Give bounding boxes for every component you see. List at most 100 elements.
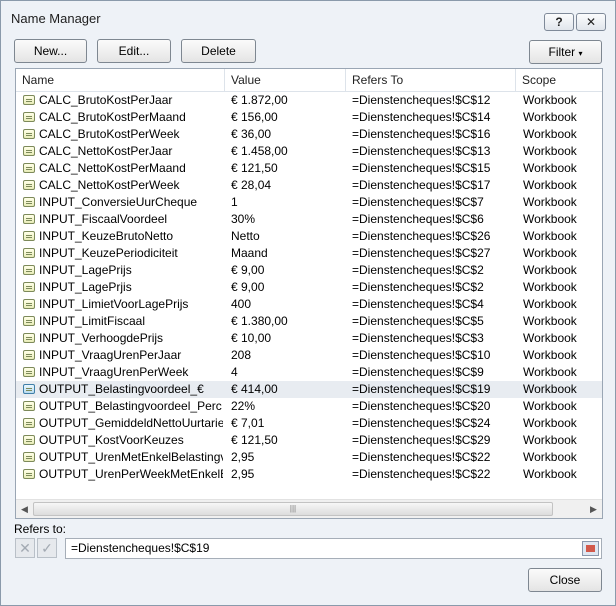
scope-cell: Workbook	[523, 161, 577, 175]
table-row[interactable]: CALC_NettoKostPerMaand € 121,50 =Dienstenc…	[16, 160, 602, 177]
refers-to-input[interactable]: =Dienstencheques!$C$19	[65, 538, 602, 559]
close-button-label: Close	[549, 573, 581, 587]
new-button[interactable]: New...	[14, 39, 87, 63]
named-range-icon	[23, 197, 35, 207]
value-cell: € 1.380,00	[231, 314, 288, 328]
table-row[interactable]: CALC_NettoKostPerJaar € 1.458,00 =Diensten…	[16, 143, 602, 160]
scope-cell: Workbook	[523, 416, 577, 430]
column-header-refers-to[interactable]: Refers To	[346, 69, 516, 91]
refers-to-actions: ✕ ✓	[15, 538, 64, 558]
refers-to-cell: =Dienstencheques!$C$24	[352, 416, 491, 430]
table-row[interactable]: INPUT_LimietVoorLagePrijs 400 =Dienstenche…	[16, 296, 602, 313]
refers-to-cell: =Dienstencheques!$C$26	[352, 229, 491, 243]
named-range-icon	[23, 146, 35, 156]
confirm-edit-icon[interactable]: ✓	[37, 538, 57, 558]
close-window-button[interactable]: ✕	[576, 13, 606, 31]
table-row[interactable]: OUTPUT_Belastingvoordeel_€ € 414,00 =Diens…	[16, 381, 602, 398]
help-button[interactable]: ?	[544, 13, 574, 31]
table-row[interactable]: INPUT_VraagUrenPerWeek 4 =Dienstencheques!…	[16, 364, 602, 381]
scope-cell: Workbook	[523, 467, 577, 481]
table-row[interactable]: INPUT_LagePrijs € 9,00 =Dienstencheques!$C…	[16, 262, 602, 279]
column-header-value[interactable]: Value	[225, 69, 346, 91]
table-row[interactable]: INPUT_LagePrjis € 9,00 =Dienstencheques!$C…	[16, 279, 602, 296]
value-cell: € 156,00	[231, 110, 278, 124]
value-cell: 208	[231, 348, 252, 362]
scope-cell: Workbook	[523, 280, 577, 294]
name-cell: INPUT_FiscaalVoordeel	[39, 212, 168, 226]
value-cell: € 1.872,00	[231, 93, 288, 107]
value-cell: 4	[231, 365, 238, 379]
refers-to-cell: =Dienstencheques!$C$2	[352, 263, 484, 277]
name-cell: CALC_NettoKostPerWeek	[39, 178, 180, 192]
scope-cell: Workbook	[523, 127, 577, 141]
name-cell: INPUT_ConversieUurCheque	[39, 195, 198, 209]
name-cell: INPUT_KeuzePeriodiciteit	[39, 246, 178, 260]
name-cell: OUTPUT_UrenMetEnkelBelastingv...	[39, 450, 223, 464]
table-row[interactable]: OUTPUT_UrenMetEnkelBelastingv... 2,95 =Die…	[16, 449, 602, 466]
refers-to-cell: =Dienstencheques!$C$20	[352, 399, 491, 413]
scroll-right-arrow-icon[interactable]: ▶	[585, 500, 602, 518]
refers-to-cell: =Dienstencheques!$C$22	[352, 467, 491, 481]
filter-button[interactable]: Filter ▾	[529, 40, 602, 64]
table-row[interactable]: INPUT_LimitFiscaal € 1.380,00 =Dienstenche…	[16, 313, 602, 330]
name-cell: INPUT_LagePrijs	[39, 263, 132, 277]
scope-cell: Workbook	[523, 297, 577, 311]
table-row[interactable]: INPUT_ConversieUurCheque 1 =Dienstencheque…	[16, 194, 602, 211]
refers-to-cell: =Dienstencheques!$C$6	[352, 212, 484, 226]
scope-cell: Workbook	[523, 450, 577, 464]
table-row[interactable]: INPUT_KeuzeBrutoNetto Netto =Dienstenchequ…	[16, 228, 602, 245]
table-row[interactable]: CALC_BrutoKostPerWeek € 36,00 =Dienstenche…	[16, 126, 602, 143]
named-range-icon	[23, 333, 35, 343]
names-list[interactable]: Name Value Refers To Scope CALC_BrutoKos…	[15, 68, 603, 519]
scope-cell: Workbook	[523, 399, 577, 413]
value-cell: € 9,00	[231, 263, 265, 277]
scroll-left-arrow-icon[interactable]: ◀	[16, 500, 33, 518]
refers-to-cell: =Dienstencheques!$C$15	[352, 161, 491, 175]
delete-button[interactable]: Delete	[181, 39, 256, 63]
scope-cell: Workbook	[523, 144, 577, 158]
table-row[interactable]: CALC_BrutoKostPerMaand € 156,00 =Dienstenc…	[16, 109, 602, 126]
close-button[interactable]: Close	[528, 568, 602, 592]
named-range-icon	[23, 418, 35, 428]
named-range-icon	[23, 112, 35, 122]
table-row[interactable]: CALC_NettoKostPerWeek € 28,04 =Dienstenche…	[16, 177, 602, 194]
chevron-down-icon: ▾	[578, 49, 583, 58]
table-row[interactable]: INPUT_KeuzePeriodiciteit Maand =Dienstench…	[16, 245, 602, 262]
edit-button[interactable]: Edit...	[97, 39, 171, 63]
table-row[interactable]: OUTPUT_GemiddeldNettoUurtarief € 7,01 =Die…	[16, 415, 602, 432]
scope-cell: Workbook	[523, 314, 577, 328]
table-row[interactable]: OUTPUT_KostVoorKeuzes € 121,50 =Dienstench…	[16, 432, 602, 449]
edit-button-label: Edit...	[118, 44, 150, 58]
named-range-icon	[23, 129, 35, 139]
name-cell: CALC_BrutoKostPerJaar	[39, 93, 173, 107]
value-cell: Netto	[231, 229, 260, 243]
refers-to-cell: =Dienstencheques!$C$5	[352, 314, 484, 328]
table-row[interactable]: CALC_BrutoKostPerJaar € 1.872,00 =Diensten…	[16, 92, 602, 109]
table-row[interactable]: INPUT_VraagUrenPerJaar 208 =Dienstencheque…	[16, 347, 602, 364]
scope-cell: Workbook	[523, 365, 577, 379]
named-range-icon	[23, 350, 35, 360]
named-range-icon	[23, 384, 35, 394]
column-header-scope[interactable]: Scope	[516, 69, 602, 91]
name-cell: CALC_NettoKostPerMaand	[39, 161, 186, 175]
table-row[interactable]: OUTPUT_Belastingvoordeel_Perc 22% =Dienste…	[16, 398, 602, 415]
scope-cell: Workbook	[523, 433, 577, 447]
named-range-icon	[23, 316, 35, 326]
table-row[interactable]: OUTPUT_UrenPerWeekMetEnkelBe... 2,95 =Dien…	[16, 466, 602, 483]
named-range-icon	[23, 248, 35, 258]
table-row[interactable]: INPUT_VerhoogdePrijs € 10,00 =Dienstencheq…	[16, 330, 602, 347]
horizontal-scrollbar[interactable]: ◀ ||| ▶	[16, 499, 602, 518]
collapse-dialog-icon[interactable]	[582, 541, 599, 556]
refers-to-cell: =Dienstencheques!$C$3	[352, 331, 484, 345]
name-cell: INPUT_LimitFiscaal	[39, 314, 146, 328]
cancel-edit-icon[interactable]: ✕	[15, 538, 35, 558]
scope-cell: Workbook	[523, 382, 577, 396]
name-cell: OUTPUT_Belastingvoordeel_Perc	[39, 399, 222, 413]
refers-to-cell: =Dienstencheques!$C$14	[352, 110, 491, 124]
scroll-thumb[interactable]: |||	[33, 502, 553, 516]
column-header-name[interactable]: Name	[16, 69, 225, 91]
scope-cell: Workbook	[523, 246, 577, 260]
value-cell: € 36,00	[231, 127, 272, 141]
table-row[interactable]: INPUT_FiscaalVoordeel 30% =Dienstencheques…	[16, 211, 602, 228]
refers-to-cell: =Dienstencheques!$C$13	[352, 144, 491, 158]
